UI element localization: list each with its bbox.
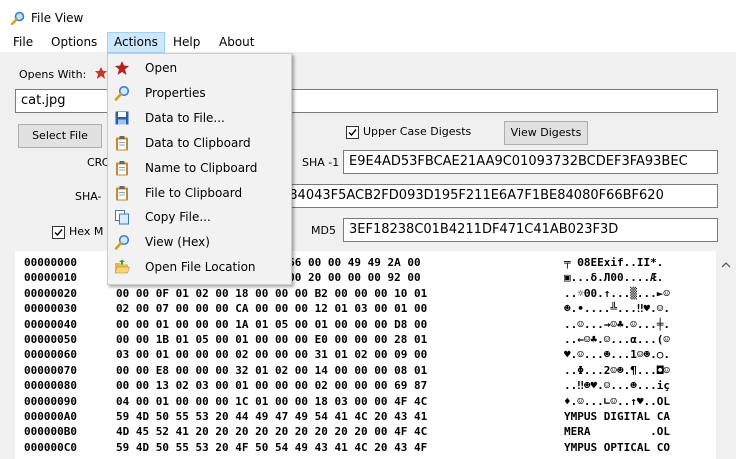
checkmark-icon <box>348 129 357 137</box>
hex-ascii: ♥.☺...☻...1☺☻.○. <box>564 348 670 362</box>
window-title: File View <box>31 11 84 25</box>
hex-offset: 000000B0 <box>24 425 77 439</box>
chevron-up-icon[interactable] <box>721 262 731 268</box>
hex-ascii: ..←☺♣.☺...α...(☺ <box>564 333 670 346</box>
menu-item-view-hex[interactable]: View (Hex) <box>108 230 291 255</box>
hex-offset: 000000C0 <box>24 440 77 454</box>
hex-bytes: 59 4D 50 55 53 20 4F 50 54 49 43 41 4C 2… <box>116 440 428 454</box>
hex-ascii: ╤ Θ8EExif..II*. <box>564 256 664 269</box>
sha2-field[interactable]: 984043F5ACB2FD093D195F211E6A7F1BE84080F6… <box>280 184 718 208</box>
app-icon <box>95 67 107 79</box>
hex-offset: 00000060 <box>24 348 77 362</box>
menu-item-label: Properties <box>145 85 206 100</box>
menu-item-label: View (Hex) <box>145 235 210 250</box>
hex-bytes: 00 00 01 00 00 00 1A 01 05 00 01 00 00 0… <box>116 317 428 331</box>
sha1-label: SHA -1 <box>302 156 340 169</box>
menu-item-name-to-clipboard[interactable]: Name to Clipboard <box>108 156 291 181</box>
menu-bar: File Options Actions Help About <box>0 30 736 53</box>
copy-icon <box>115 210 129 225</box>
hex-offset: 00000070 <box>24 363 77 377</box>
hex-bytes: 59 4D 50 55 53 20 44 49 47 49 54 41 4C 2… <box>116 410 428 423</box>
upper-case-checkbox[interactable] <box>346 126 359 139</box>
select-file-button[interactable]: Select File <box>18 124 102 148</box>
hex-offset: 00000080 <box>24 379 77 393</box>
magnifier-icon <box>114 235 130 251</box>
hex-ascii: ..☺...→☺♣.☺...╪. <box>564 317 670 331</box>
open-app-icon <box>115 61 129 75</box>
menu-options[interactable]: Options <box>45 33 103 51</box>
hex-offset: 00000040 <box>24 317 77 331</box>
hex-ascii: ♦.☺...∟☺..↑♥..OL <box>564 394 670 408</box>
hex-offset: 00000010 <box>24 271 77 285</box>
hex-bytes: 00 00 E8 00 00 00 32 01 02 00 14 00 00 0… <box>116 363 428 377</box>
hex-bytes: 02 00 07 00 00 00 CA 00 00 00 12 01 03 0… <box>116 302 428 316</box>
sha1-field[interactable]: E9E4AD53FBCAE21AA9C01093732BCDEF3FA93BEC <box>343 150 718 174</box>
menu-file[interactable]: File <box>7 33 39 51</box>
clipboard-icon <box>116 160 128 176</box>
hex-bytes: 04 00 01 00 00 00 1C 01 00 00 18 03 00 0… <box>116 394 428 408</box>
magnifier-icon <box>11 11 25 25</box>
menu-item-label: File to Clipboard <box>145 185 243 200</box>
upper-case-label: Upper Case Digests <box>363 125 472 138</box>
hex-offset: 00000020 <box>24 286 77 300</box>
menu-actions[interactable]: Actions <box>107 32 165 53</box>
sha2-label: SHA- <box>75 190 102 203</box>
clipboard-icon <box>116 185 128 200</box>
hex-bytes: 00 00 13 02 03 00 01 00 00 00 02 00 00 0… <box>116 379 428 393</box>
menu-item-open-file-location[interactable]: Open File Location <box>108 255 291 280</box>
clipboard-icon <box>116 135 128 151</box>
save-disk-icon <box>115 111 129 125</box>
hex-mode-checkbox[interactable] <box>52 226 65 239</box>
hex-bytes: 4D 45 52 41 20 20 20 20 20 20 20 20 20 0… <box>116 425 428 439</box>
hex-offset: 00000090 <box>24 394 77 408</box>
menu-item-data-to-clipboard[interactable]: Data to Clipboard <box>108 131 291 156</box>
opens-with-label: Opens With: <box>19 68 87 81</box>
hex-offset: 00000030 <box>24 302 77 316</box>
menu-item-label: Copy File... <box>145 210 211 225</box>
menu-item-label: Open File Location <box>145 260 256 275</box>
hex-offset: 00000000 <box>24 256 77 269</box>
hex-bytes: 00 00 0F 01 02 00 18 00 00 00 B2 00 00 0… <box>116 286 428 300</box>
menu-item-data-to-file[interactable]: Data to File... <box>108 106 291 131</box>
md5-field[interactable]: 3EF18238C01B4211DF471C41AB023F3D <box>343 218 718 242</box>
hex-offset: 00000050 <box>24 333 77 346</box>
hex-ascii: ▣...δ.Л00....Æ. <box>564 271 664 285</box>
view-digests-button[interactable]: View Digests <box>504 121 588 145</box>
title-bar: File View <box>0 0 736 30</box>
hex-mode-label: Hex M <box>69 225 104 238</box>
menu-item-copy-file[interactable]: Copy File... <box>108 205 291 230</box>
hex-ascii: ..Φ...2☺☻.¶...◘☺ <box>564 363 670 377</box>
checkmark-icon <box>54 229 63 237</box>
menu-item-label: Data to File... <box>145 110 225 125</box>
hex-offset: 000000A0 <box>24 410 77 423</box>
menu-item-label: Name to Clipboard <box>145 160 258 175</box>
hex-ascii: ..‼☻♥.☺...☻...iç <box>564 379 670 393</box>
vertical-scrollbar[interactable] <box>716 251 736 459</box>
menu-item-label: Data to Clipboard <box>145 135 251 150</box>
hex-ascii: YMPUS OPTICAL CO <box>564 440 670 454</box>
hex-bytes: 03 00 01 00 00 00 02 00 00 00 31 01 02 0… <box>116 348 428 362</box>
actions-dropdown: Open Properties Data to File... Data to Cli… <box>107 53 292 285</box>
menu-item-properties[interactable]: Properties <box>108 81 291 106</box>
menu-item-file-to-clipboard[interactable]: File to Clipboard <box>108 181 291 206</box>
hex-ascii: MERA .OL <box>564 425 670 439</box>
hex-ascii: ..☼Θ0.↑...▒...►☺ <box>564 286 670 300</box>
hex-bytes: 00 00 1B 01 05 00 01 00 00 00 E0 00 00 0… <box>116 333 428 346</box>
hex-ascii: ☻.•....╩...‼♥.☺. <box>564 302 670 316</box>
hex-ascii: YMPUS DIGITAL CA <box>564 410 670 423</box>
folder-open-icon <box>114 259 130 274</box>
menu-help[interactable]: Help <box>167 33 206 51</box>
magnifier-icon <box>114 85 130 101</box>
menu-item-open[interactable]: Open <box>108 56 291 81</box>
md5-label: MD5 <box>311 224 336 237</box>
menu-about[interactable]: About <box>213 33 260 51</box>
menu-item-label: Open <box>145 61 178 75</box>
